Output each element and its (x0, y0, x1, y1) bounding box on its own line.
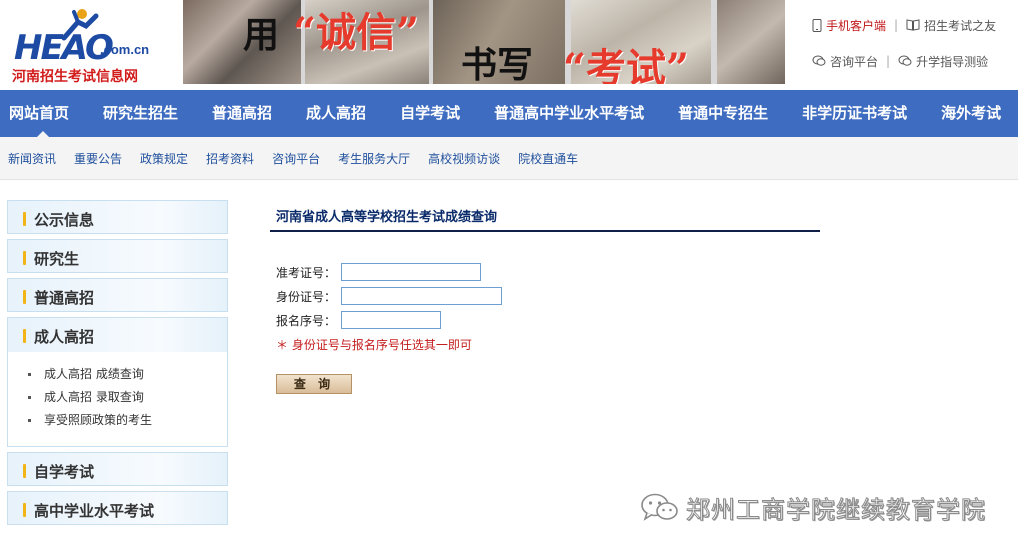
logo-mark: HEAO (14, 28, 114, 68)
site-logo[interactable]: HEAO .com.cn 河南招生考试信息网 (8, 6, 178, 85)
sub-nav: 新闻资讯 重要公告 政策规定 招考资料 咨询平台 考生服务大厅 高校视频访谈 院… (0, 137, 1018, 180)
top-link-label: 手机客户端 (826, 18, 887, 33)
banner-slogan-chengxin: “诚信” (293, 9, 420, 56)
sidebar-category-graduate[interactable]: 研究生 (7, 239, 228, 273)
subnav-item-announcements[interactable]: 重要公告 (74, 150, 122, 167)
submenu-item-label: 享受照顾政策的考生 (44, 413, 153, 427)
subnav-item-consult[interactable]: 咨询平台 (272, 150, 320, 167)
field-row-id-number: 身份证号： (276, 287, 502, 305)
subnav-item-service-hall[interactable]: 考生服务大厅 (338, 150, 410, 167)
subnav-item-policies[interactable]: 政策规定 (140, 150, 188, 167)
nav-item-adult-admission[interactable]: 成人高招 (289, 90, 383, 137)
nav-item-self-study-exam[interactable]: 自学考试 (383, 90, 477, 137)
category-label: 普通高招 (34, 289, 95, 307)
site-header: HEAO .com.cn 河南招生考试信息网 用 “诚信” 书写 “考试” 手机… (0, 0, 1018, 90)
sidebar-category-self-study-exam[interactable]: 自学考试 (7, 452, 228, 486)
divider: | (894, 18, 899, 32)
top-link-guidance-test[interactable]: 升学指导测验 (898, 53, 988, 70)
registration-number-input[interactable] (341, 311, 441, 329)
submenu-item-score-query[interactable]: 成人高招 成绩查询 (28, 364, 144, 384)
category-header[interactable]: 成人高招 (8, 318, 227, 352)
subnav-item-materials[interactable]: 招考资料 (206, 150, 254, 167)
page-title: 河南省成人高等学校招生考试成绩查询 (276, 210, 498, 225)
nav-item-regular-admission[interactable]: 普通高招 (195, 90, 289, 137)
top-link-consult-platform[interactable]: 咨询平台 (812, 53, 878, 70)
nav-item-graduate[interactable]: 研究生招生 (86, 90, 195, 137)
watermark-text: 郑州工商学院继续教育学院 (686, 495, 986, 524)
top-link-mobile-client[interactable]: 手机客户端 (812, 17, 886, 34)
submenu-item-label: 成人高招 成绩查询 (44, 367, 144, 381)
subnav-item-college-direct[interactable]: 院校直通车 (518, 150, 578, 167)
submenu-item-preferential-policy[interactable]: 享受照顾政策的考生 (28, 410, 152, 430)
banner-slogan-kaoshi: “考试” (563, 45, 690, 84)
field-row-admission-ticket: 准考证号： (276, 263, 481, 281)
sidebar-category-adult-admission: 成人高招 成人高招 成绩查询 成人高招 录取查询 享受照顾政策的考生 (7, 317, 228, 447)
nav-item-certificate-exam[interactable]: 非学历证书考试 (785, 90, 924, 137)
nav-item-overseas-exam[interactable]: 海外考试 (924, 90, 1018, 137)
main-nav: 网站首页 研究生招生 普通高招 成人高招 自学考试 普通高中学业水平考试 普通中… (0, 90, 1018, 137)
category-marker (23, 290, 26, 304)
top-link-label: 咨询平台 (830, 54, 879, 69)
category-marker (23, 251, 26, 265)
wechat-watermark: 郑州工商学院继续教育学院 (640, 490, 986, 524)
category-submenu: 成人高招 成绩查询 成人高招 录取查询 享受照顾政策的考生 (8, 352, 227, 446)
category-label: 成人高招 (34, 328, 95, 346)
category-marker (23, 212, 26, 226)
registration-number-label: 报名序号： (276, 313, 337, 328)
category-marker (23, 503, 26, 517)
subnav-item-video-interviews[interactable]: 高校视频访谈 (428, 150, 500, 167)
wechat-icon (641, 493, 678, 521)
admission-ticket-label: 准考证号： (276, 265, 337, 280)
logo-domain: .com.cn (100, 42, 150, 57)
form-hint: ＊ 身份证号与报名序号任选其一即可 (276, 338, 472, 352)
category-marker (23, 464, 26, 478)
submenu-item-admission-query[interactable]: 成人高招 录取查询 (28, 387, 144, 407)
sidebar: 公示信息 研究生 普通高招 成人高招 成人高招 成绩查询 成人高招 录取查询 享… (7, 200, 228, 530)
banner-slogan-shuxie: 书写 (461, 44, 534, 84)
title-divider (270, 230, 820, 232)
mobile-icon (812, 18, 822, 32)
id-number-input[interactable] (341, 287, 502, 305)
top-link-exam-friend[interactable]: 招生考试之友 (906, 17, 996, 34)
category-label: 研究生 (34, 250, 80, 268)
top-link-label: 招生考试之友 (924, 18, 997, 33)
subnav-item-news[interactable]: 新闻资讯 (8, 150, 56, 167)
category-label: 自学考试 (34, 463, 95, 481)
submenu-item-label: 成人高招 录取查询 (44, 390, 144, 404)
nav-item-home[interactable]: 网站首页 (0, 90, 86, 137)
header-banner: 用 “诚信” 书写 “考试” (183, 0, 785, 84)
banner-photo (183, 0, 301, 84)
sidebar-category-public-info[interactable]: 公示信息 (7, 200, 228, 234)
admission-ticket-input[interactable] (341, 263, 481, 281)
sidebar-category-regular-admission[interactable]: 普通高招 (7, 278, 228, 312)
nav-item-high-school-proficiency[interactable]: 普通高中学业水平考试 (477, 90, 661, 137)
query-button[interactable]: 查 询 (276, 374, 352, 394)
category-label: 高中学业水平考试 (34, 502, 155, 520)
book-icon (906, 19, 920, 31)
chat-icon (898, 55, 912, 66)
chat-icon (812, 55, 826, 66)
banner-photo (717, 0, 785, 84)
id-number-label: 身份证号： (276, 289, 337, 304)
category-marker (23, 329, 26, 343)
banner-slogan-yong: 用 (243, 14, 280, 56)
sidebar-category-proficiency-exam[interactable]: 高中学业水平考试 (7, 491, 228, 525)
top-link-label: 升学指导测验 (916, 54, 989, 69)
field-row-registration-number: 报名序号： (276, 311, 441, 329)
logo-site-name: 河南招生考试信息网 (12, 69, 138, 85)
divider: | (886, 54, 891, 68)
category-label: 公示信息 (34, 211, 95, 229)
nav-item-vocational-admission[interactable]: 普通中专招生 (661, 90, 785, 137)
